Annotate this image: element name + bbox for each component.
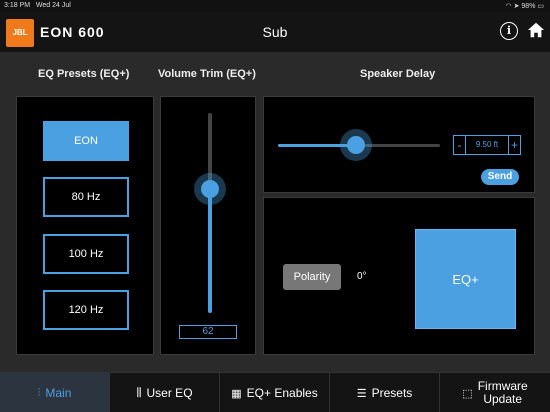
- wifi-icon: ◠: [505, 3, 512, 10]
- info-icon[interactable]: i: [500, 22, 518, 40]
- battery-level: 98%: [521, 3, 536, 10]
- volume-trim-heading: Volume Trim (EQ+): [158, 68, 256, 80]
- speaker-delay-heading: Speaker Delay: [360, 68, 436, 80]
- eq-presets-panel: EON 80 Hz 100 Hz 120 Hz: [16, 96, 154, 355]
- delay-value-field[interactable]: 9.50 ft: [466, 136, 508, 154]
- tab-user-eq[interactable]: ⫼ User EQ: [110, 373, 220, 412]
- volume-trim-knob[interactable]: [201, 180, 219, 198]
- battery-icon: ▭: [537, 3, 544, 10]
- tab-presets[interactable]: ☰ Presets: [330, 373, 440, 412]
- tab-eq-plus-enables-label: EQ+ Enables: [246, 386, 318, 400]
- eq-presets-heading: EQ Presets (EQ+): [38, 68, 130, 80]
- list-icon: ☰: [356, 387, 367, 400]
- delay-decrement-button[interactable]: -: [454, 136, 466, 154]
- eq-preset-100hz[interactable]: 100 Hz: [43, 234, 129, 274]
- speaker-delay-panel: - 9.50 ft + Send: [263, 96, 535, 193]
- page-title: Sub: [262, 24, 288, 40]
- home-icon[interactable]: [527, 21, 545, 39]
- volume-trim-value[interactable]: 62: [179, 325, 237, 339]
- calculator-icon: ▦: [231, 387, 242, 400]
- polarity-eq-panel: Polarity 0° EQ+: [263, 197, 535, 355]
- status-time: 3:18 PM: [4, 2, 31, 9]
- sliders-icon: ⫶: [37, 386, 41, 399]
- volume-trim-fill: [208, 189, 212, 313]
- app-header: JBL EON 600 Sub i: [0, 12, 550, 52]
- location-icon: ➤: [513, 3, 520, 10]
- speaker-delay-stepper: - 9.50 ft +: [453, 135, 521, 155]
- polarity-value: 0°: [357, 271, 367, 282]
- eq-plus-button[interactable]: EQ+: [415, 229, 516, 329]
- eq-preset-120hz[interactable]: 120 Hz: [43, 290, 129, 330]
- send-button[interactable]: Send: [481, 169, 519, 185]
- status-date: Wed 24 Jul: [35, 2, 71, 9]
- tab-presets-label: Presets: [371, 386, 413, 400]
- tab-main[interactable]: ⫶ Main: [0, 373, 110, 412]
- polarity-button[interactable]: Polarity: [283, 264, 341, 290]
- speaker-delay-knob[interactable]: [346, 136, 365, 154]
- delay-increment-button[interactable]: +: [508, 136, 520, 154]
- firmware-icon: ⬚: [462, 387, 473, 400]
- tab-main-label: Main: [45, 386, 72, 400]
- main-panel: EQ Presets (EQ+) Volume Trim (EQ+) Speak…: [0, 52, 550, 372]
- status-bar: 3:18 PM Wed 24 Jul ◠ ➤ 98% ▭: [0, 0, 550, 12]
- tab-firmware-update-label: Firmware Update: [477, 379, 528, 406]
- eq-preset-eon[interactable]: EON: [43, 121, 129, 161]
- tab-user-eq-label: User EQ: [146, 386, 193, 400]
- waveform-icon: ⫼: [136, 386, 142, 399]
- tab-firmware-update[interactable]: ⬚ Firmware Update: [440, 373, 550, 412]
- bottom-tab-bar: ⫶ Main ⫼ User EQ ▦ EQ+ Enables ☰ Presets…: [0, 372, 550, 412]
- tab-eq-plus-enables[interactable]: ▦ EQ+ Enables: [220, 373, 330, 412]
- volume-trim-panel: 62: [160, 96, 256, 355]
- eq-preset-80hz[interactable]: 80 Hz: [43, 177, 129, 217]
